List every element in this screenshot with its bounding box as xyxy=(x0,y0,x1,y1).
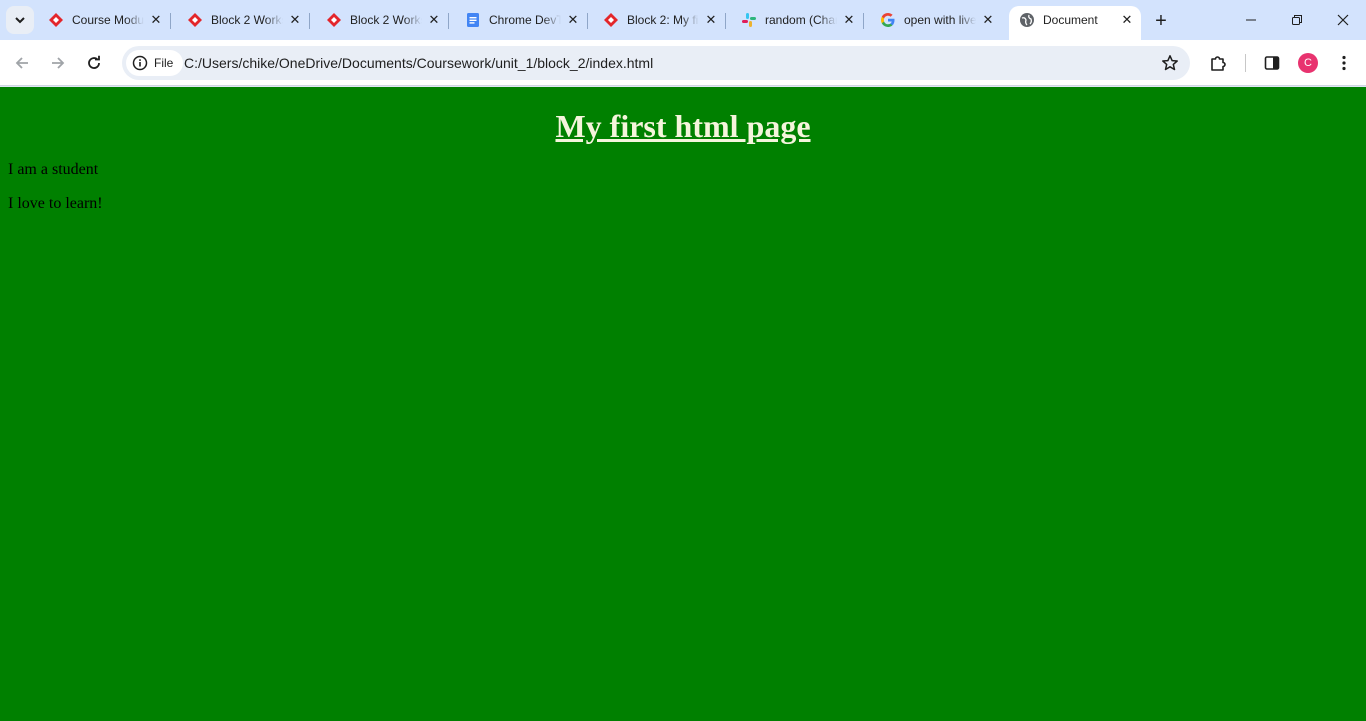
page-heading: My first html page xyxy=(555,108,811,144)
paragraph-love-to-learn: I love to learn! xyxy=(8,195,103,212)
forward-button[interactable] xyxy=(42,47,74,79)
menu-button[interactable] xyxy=(1328,47,1360,79)
tab-separator xyxy=(725,13,726,29)
info-icon xyxy=(132,55,148,71)
profile-avatar[interactable]: C xyxy=(1298,53,1318,73)
tab-separator xyxy=(309,13,310,29)
chevron-down-icon xyxy=(15,17,25,24)
tab-block-2-workshop[interactable]: Block 2 Workshop ✕ xyxy=(177,6,310,34)
close-icon[interactable]: ✕ xyxy=(841,12,857,28)
side-panel-button[interactable] xyxy=(1256,47,1288,79)
bookmark-star-icon[interactable] xyxy=(1160,53,1180,73)
site-info-chip[interactable]: File xyxy=(126,50,184,76)
url-text[interactable]: C:/Users/chike/OneDrive/Documents/Course… xyxy=(184,46,653,80)
tab-title: open with live server xyxy=(904,13,976,27)
forward-arrow-icon xyxy=(52,57,65,69)
tab-title: random (Channel) xyxy=(765,13,837,27)
tab-separator xyxy=(448,13,449,29)
tab-chrome-devtools[interactable]: Chrome DevTools ✕ xyxy=(455,6,588,34)
close-icon[interactable]: ✕ xyxy=(565,12,581,28)
tab-title: Course Modules xyxy=(72,13,144,27)
scheme-label: File xyxy=(154,56,174,70)
reload-icon xyxy=(88,55,100,69)
tab-course-modules[interactable]: Course Modules ✕ xyxy=(38,6,171,34)
tab-open-with-live-server[interactable]: open with live server ✕ xyxy=(870,6,1002,34)
tab-title: Chrome DevTools xyxy=(489,13,561,27)
minimize-button[interactable] xyxy=(1228,0,1274,40)
tab-title: Block 2 Workshop xyxy=(350,13,422,27)
diamond-logo-icon xyxy=(187,12,203,28)
close-icon[interactable]: ✕ xyxy=(148,12,164,28)
toolbar-divider xyxy=(1245,54,1246,72)
diamond-logo-icon xyxy=(48,12,64,28)
tab-separator xyxy=(587,13,588,29)
diamond-logo-icon xyxy=(326,12,342,28)
globe-icon xyxy=(1019,12,1035,28)
tab-search-button[interactable] xyxy=(6,6,34,34)
close-icon[interactable]: ✕ xyxy=(980,12,996,28)
back-button[interactable] xyxy=(6,47,38,79)
extensions-button[interactable] xyxy=(1202,47,1234,79)
page-viewport: My first html page I am a student I love… xyxy=(0,87,1366,721)
close-icon[interactable]: ✕ xyxy=(703,12,719,28)
tab-block-2-workshop-2[interactable]: Block 2 Workshop ✕ xyxy=(316,6,449,34)
close-icon[interactable]: ✕ xyxy=(426,12,442,28)
new-tab-button[interactable]: + xyxy=(1148,8,1174,34)
close-icon[interactable]: ✕ xyxy=(287,12,303,28)
minimize-icon xyxy=(1246,19,1256,21)
tab-strip: Course Modules ✕ Block 2 Workshop ✕ Bloc… xyxy=(0,0,1366,40)
tab-title: Block 2: My first xyxy=(627,13,699,27)
browser-toolbar: File C:/Users/chike/OneDrive/Documents/C… xyxy=(0,40,1366,86)
tab-separator xyxy=(863,13,864,29)
reload-button[interactable] xyxy=(78,47,110,79)
close-window-button[interactable] xyxy=(1320,0,1366,40)
slack-icon xyxy=(741,12,757,28)
paragraph-student: I am a student xyxy=(8,161,99,178)
diamond-logo-icon xyxy=(603,12,619,28)
address-bar[interactable]: File C:/Users/chike/OneDrive/Documents/C… xyxy=(122,46,1190,80)
tab-random-slack[interactable]: random (Channel) ✕ xyxy=(731,6,864,34)
puzzle-icon xyxy=(1211,56,1226,71)
back-arrow-icon xyxy=(15,57,28,69)
docs-icon xyxy=(465,12,481,28)
tab-title: Block 2 Workshop xyxy=(211,13,283,27)
restore-button[interactable] xyxy=(1274,0,1320,40)
google-icon xyxy=(880,12,896,28)
tab-title: Document xyxy=(1043,13,1098,27)
tab-separator xyxy=(170,13,171,29)
kebab-menu-icon xyxy=(1342,55,1346,71)
tab-block-2-my-first[interactable]: Block 2: My first ✕ xyxy=(593,6,726,34)
side-panel-icon xyxy=(1264,56,1280,70)
close-icon[interactable]: ✕ xyxy=(1119,12,1135,28)
tab-document-active[interactable]: Document ✕ xyxy=(1009,6,1141,40)
close-icon xyxy=(1337,14,1349,26)
restore-icon xyxy=(1292,15,1302,25)
